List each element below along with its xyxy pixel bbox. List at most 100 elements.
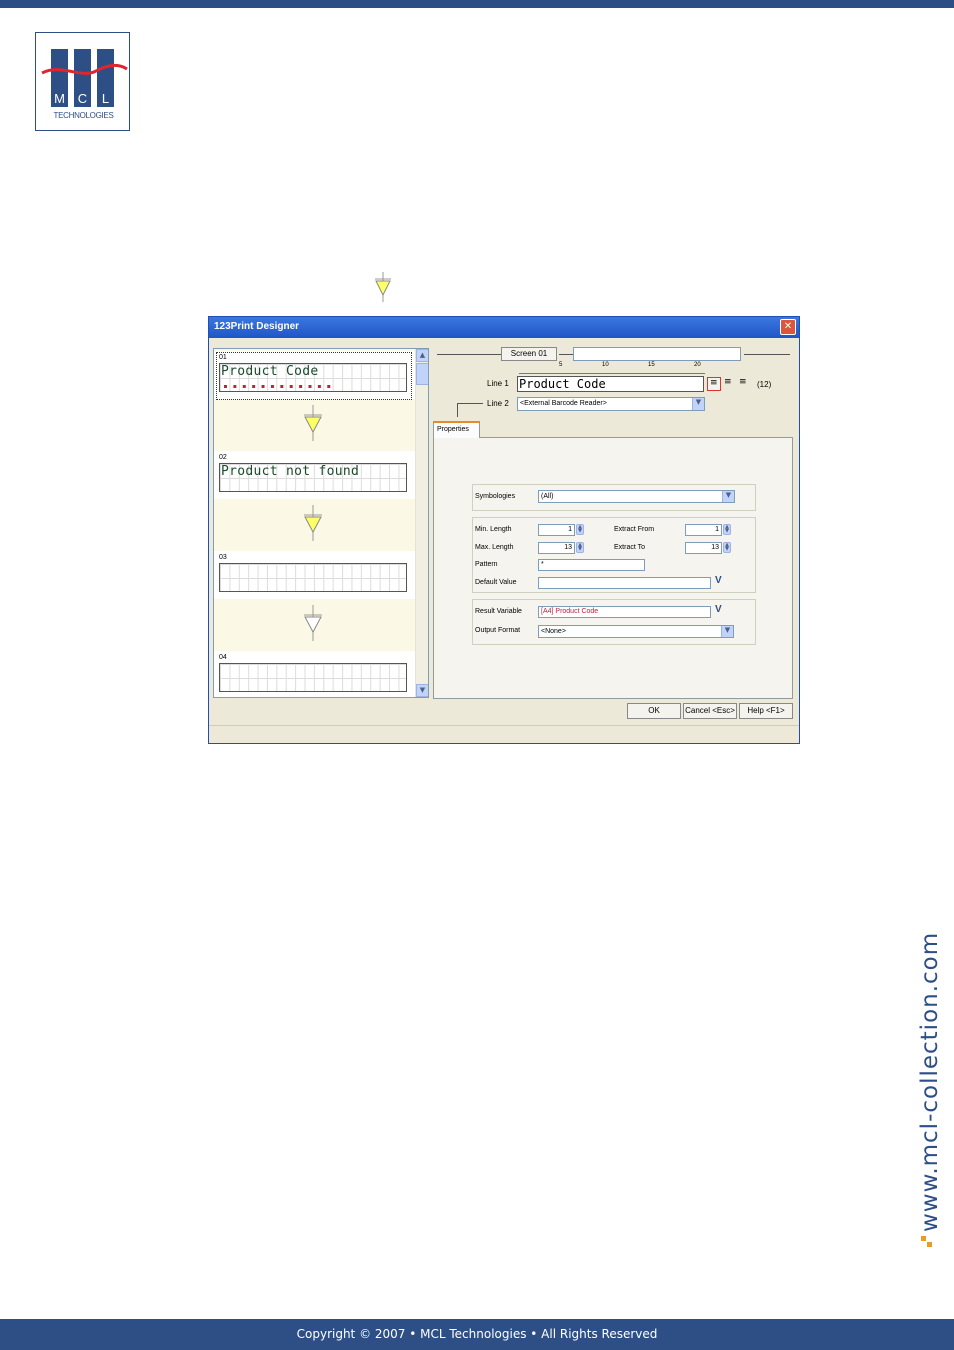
scroll-thumb[interactable] bbox=[416, 363, 428, 385]
min-length-value: 1 bbox=[568, 526, 572, 533]
screen-number: 03 bbox=[219, 554, 227, 561]
extract-to-value: 13 bbox=[711, 544, 719, 551]
dropdown-button[interactable]: ▼ bbox=[722, 491, 734, 502]
screen-flow-pane[interactable]: 01 Product Code 02 Product not found 03 … bbox=[213, 348, 429, 698]
min-length-input[interactable]: 1 bbox=[538, 524, 575, 536]
cancel-button[interactable]: Cancel <Esc> bbox=[683, 703, 737, 719]
screen-item[interactable]: 01 Product Code bbox=[214, 351, 415, 400]
default-value-label: Default Value bbox=[475, 579, 517, 586]
line1-label: Line 1 bbox=[487, 379, 509, 388]
footer: Copyright © 2007 • MCL Technologies • Al… bbox=[0, 1319, 954, 1350]
line1-input[interactable]: Product Code bbox=[517, 376, 704, 392]
chevron-down-icon: ▼ bbox=[725, 491, 732, 499]
symbologies-dropdown[interactable]: (All) ▼ bbox=[538, 490, 735, 503]
tab-properties[interactable]: Properties bbox=[433, 421, 480, 438]
extract-to-input[interactable]: 13 bbox=[685, 542, 722, 554]
flow-arrow-icon bbox=[375, 272, 391, 302]
align-left-button[interactable]: ≡ bbox=[707, 377, 721, 391]
pattern-value: * bbox=[541, 561, 544, 568]
flow-arrow-icon bbox=[304, 505, 322, 541]
scroll-up-button[interactable]: ▲ bbox=[416, 349, 428, 362]
extract-to-label: Extract To bbox=[614, 544, 645, 551]
spinner-icon: ▲ ▼ bbox=[578, 524, 582, 534]
character-ruler: 5 10 15 20 bbox=[519, 362, 705, 375]
screen-name-input[interactable] bbox=[573, 347, 741, 361]
align-right-icon[interactable]: ≡ bbox=[739, 377, 747, 387]
tree-connector bbox=[457, 403, 483, 417]
website-url-text: www.mcl-collection.com bbox=[917, 932, 943, 1232]
separator-line bbox=[744, 354, 790, 355]
output-format-value: <None> bbox=[541, 628, 566, 635]
lcd-display bbox=[219, 663, 407, 692]
screen-number: 04 bbox=[219, 654, 227, 661]
screen-item[interactable]: 02 Product not found bbox=[214, 451, 415, 499]
lcd-display: Product not found bbox=[219, 463, 407, 492]
pattern-input[interactable]: * bbox=[538, 559, 645, 571]
website-url: www.mcl-collection.com bbox=[917, 932, 943, 1247]
align-left-icon: ≡ bbox=[710, 378, 718, 388]
logo-letter-l: L bbox=[101, 91, 110, 106]
tab-label: Properties bbox=[437, 426, 469, 433]
dropdown-button[interactable]: ▼ bbox=[692, 398, 704, 410]
ruler-tick-label: 5 bbox=[559, 362, 563, 368]
website-dot-icon bbox=[921, 1236, 926, 1241]
screen-item[interactable]: 04 bbox=[214, 651, 415, 697]
lcd-display bbox=[219, 563, 407, 592]
chevron-down-icon: ▼ bbox=[419, 686, 426, 694]
help-button[interactable]: Help <F1> bbox=[739, 703, 793, 719]
scroll-down-button[interactable]: ▼ bbox=[416, 684, 428, 697]
line2-dropdown[interactable]: <External Barcode Reader> ▼ bbox=[517, 397, 705, 411]
vertical-scrollbar[interactable]: ▲ ▼ bbox=[415, 349, 428, 697]
lcd-cursor-marks bbox=[224, 385, 336, 388]
extract-from-spinner[interactable]: ▲ ▼ bbox=[723, 524, 731, 535]
lcd-text: Product Code bbox=[221, 364, 319, 379]
screen-label-box: Screen 01 bbox=[501, 347, 557, 361]
ruler-tick-label: 15 bbox=[648, 362, 655, 368]
extract-from-value: 1 bbox=[715, 526, 719, 533]
ruler-tick-label: 10 bbox=[602, 362, 609, 368]
logo-subtitle: TECHNOLOGIES bbox=[53, 111, 114, 120]
symbologies-label: Symbologies bbox=[475, 493, 516, 500]
variable-picker-icon[interactable]: V bbox=[715, 604, 722, 615]
default-value-input[interactable] bbox=[538, 577, 711, 589]
chevron-up-icon: ▲ bbox=[419, 351, 426, 359]
spinner-icon: ▲ ▼ bbox=[578, 542, 582, 552]
ok-button[interactable]: OK bbox=[627, 703, 681, 719]
screen-flow: 01 Product Code 02 Product not found 03 … bbox=[214, 349, 415, 697]
result-variable-input[interactable]: [A4] Product Code bbox=[538, 606, 711, 618]
spinner-icon: ▲ ▼ bbox=[725, 542, 729, 552]
page: M C L TECHNOLOGIES 123Print Designer ✕ 0… bbox=[0, 0, 954, 1350]
screen-number: 02 bbox=[219, 454, 227, 461]
max-length-spinner[interactable]: ▲ ▼ bbox=[576, 542, 584, 553]
result-variable-value: [A4] Product Code bbox=[541, 608, 599, 615]
top-bar bbox=[0, 0, 954, 8]
variable-picker-icon[interactable]: V bbox=[715, 575, 722, 586]
screen-number: 01 bbox=[219, 354, 227, 361]
extract-to-spinner[interactable]: ▲ ▼ bbox=[723, 542, 731, 553]
title-bar[interactable]: 123Print Designer ✕ bbox=[209, 317, 799, 338]
flow-arrow-icon bbox=[304, 405, 322, 441]
spinner-icon: ▲ ▼ bbox=[725, 524, 729, 534]
align-center-icon[interactable]: ≡ bbox=[724, 377, 732, 387]
footer-copyright: Copyright © 2007 • MCL Technologies • Al… bbox=[296, 1327, 658, 1341]
separator-line bbox=[437, 354, 501, 355]
max-length-input[interactable]: 13 bbox=[538, 542, 575, 554]
line2-label: Line 2 bbox=[487, 399, 509, 408]
screen-item[interactable]: 03 bbox=[214, 551, 415, 599]
lcd-text: Product not found bbox=[221, 464, 360, 479]
extract-from-input[interactable]: 1 bbox=[685, 524, 722, 536]
logo-letter-m: M bbox=[54, 91, 65, 106]
line2-value: <External Barcode Reader> bbox=[520, 400, 607, 407]
mcl-logo: M C L TECHNOLOGIES bbox=[35, 32, 130, 131]
line1-char-count: (12) bbox=[757, 380, 772, 389]
output-format-dropdown[interactable]: <None> ▼ bbox=[538, 625, 734, 638]
symbologies-value: (All) bbox=[541, 493, 554, 500]
lcd-display: Product Code bbox=[219, 363, 407, 392]
flow-arrow-empty-icon bbox=[304, 605, 322, 641]
close-button[interactable]: ✕ bbox=[780, 319, 796, 335]
dropdown-button[interactable]: ▼ bbox=[721, 626, 733, 637]
chevron-down-icon: ▼ bbox=[695, 398, 702, 406]
ruler-tick-label: 20 bbox=[694, 362, 701, 368]
min-length-spinner[interactable]: ▲ ▼ bbox=[576, 524, 584, 535]
status-bar bbox=[209, 725, 799, 743]
